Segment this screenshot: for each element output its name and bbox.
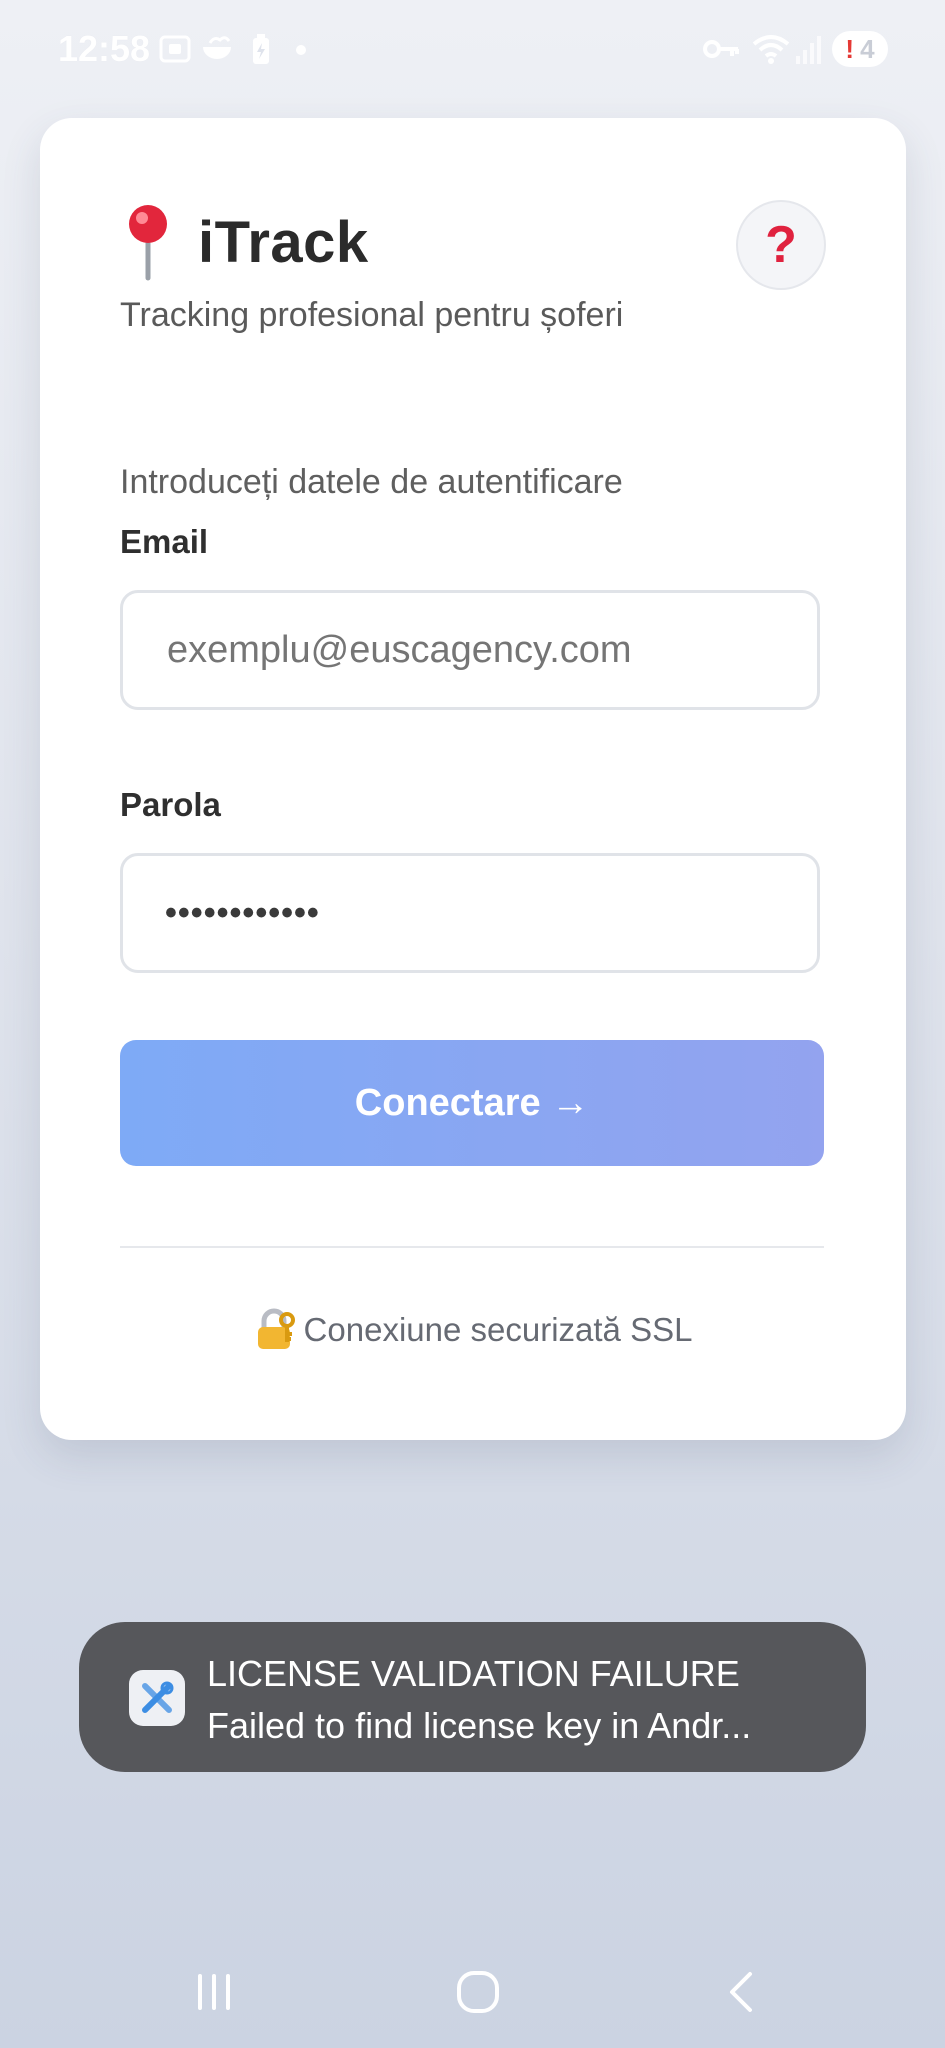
email-field[interactable] — [165, 627, 789, 673]
back-button[interactable] — [712, 1962, 772, 2022]
ssl-notice: Conexiune securizată SSL — [40, 1308, 906, 1352]
login-instructions: Introduceți datele de autentificare — [120, 463, 623, 501]
key-icon — [703, 40, 739, 58]
app-title: iTrack — [198, 209, 369, 275]
recent-apps-icon — [198, 1974, 230, 2010]
password-field[interactable]: •••••••••••• — [120, 853, 820, 973]
lock-with-key-icon — [257, 1308, 295, 1349]
bowl-icon — [203, 36, 231, 59]
app-subtitle: Tracking profesional pentru șoferi — [120, 296, 624, 334]
email-field-container — [120, 590, 820, 710]
back-icon — [730, 1972, 752, 2012]
help-button[interactable]: ? — [736, 200, 826, 290]
home-icon — [457, 1971, 499, 2013]
divider — [120, 1246, 824, 1248]
toast-notification: LICENSE VALIDATION FAILURE Failed to fin… — [79, 1622, 866, 1772]
question-mark-icon: ? — [765, 216, 797, 274]
toast-detail: Failed to find license key in Andr... — [207, 1705, 752, 1746]
password-value: •••••••••••• — [165, 893, 320, 932]
notification-dot — [296, 45, 306, 55]
password-label: Parola — [120, 786, 221, 823]
brand-header: iTrack — [120, 202, 369, 282]
battery-icon — [253, 34, 269, 64]
status-bar: 12:58 ! 4 — [0, 0, 945, 104]
alert-mark: ! — [845, 33, 855, 64]
badge-count: 4 — [860, 33, 875, 64]
login-button[interactable]: Conectare → — [120, 1040, 824, 1166]
email-label: Email — [120, 523, 209, 560]
recent-apps-button[interactable] — [184, 1962, 244, 2022]
status-time: 12:58 — [58, 28, 151, 69]
login-card: iTrack ? Tracking profesional pentru șof… — [40, 118, 906, 1440]
toast-title: LICENSE VALIDATION FAILURE — [207, 1653, 740, 1694]
navigation-bar — [0, 1940, 945, 2048]
wifi-icon — [752, 35, 790, 64]
ssl-text: Conexiune securizată SSL — [303, 1311, 693, 1348]
home-button[interactable] — [448, 1962, 508, 2022]
map-pin-icon — [129, 205, 167, 281]
tools-icon — [129, 1670, 185, 1726]
toast-message: LICENSE VALIDATION FAILURE Failed to fin… — [207, 1648, 751, 1752]
status-badge: ! 4 — [832, 31, 888, 67]
signal-icon — [796, 36, 821, 64]
screenshot-icon — [159, 35, 191, 63]
